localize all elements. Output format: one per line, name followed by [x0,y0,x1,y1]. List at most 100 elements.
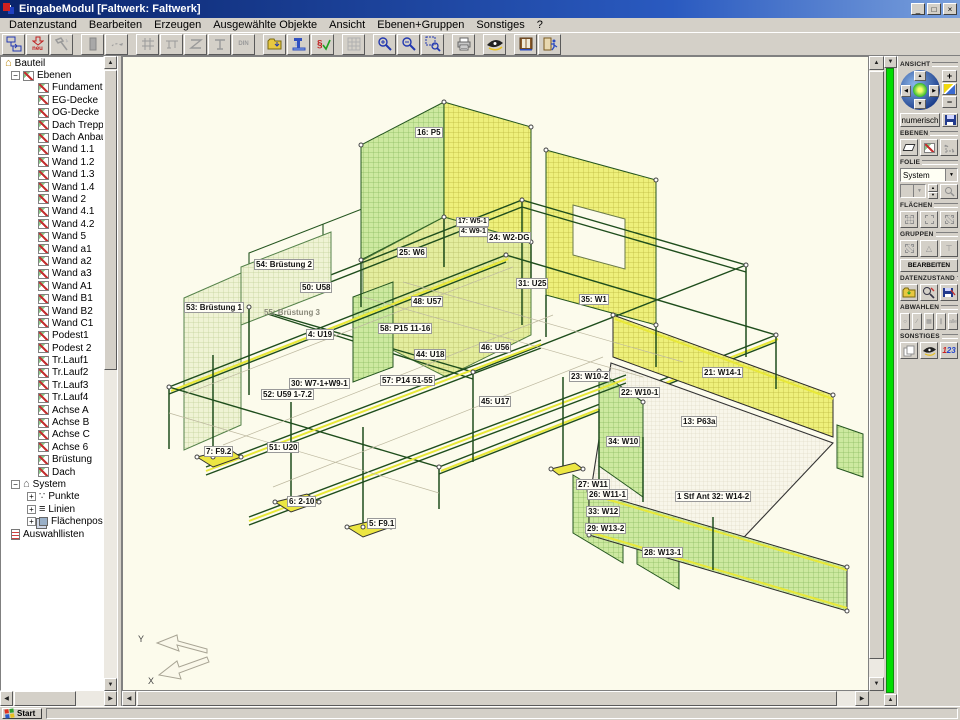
tools-button[interactable] [50,34,73,55]
raster-button[interactable] [136,34,159,55]
ebene-edit-button[interactable] [920,139,938,156]
zoom-window-button[interactable] [421,34,444,55]
tree-item-tr-lauf1[interactable]: Tr.Lauf1 [1,354,103,366]
tree-item-wand-a1[interactable]: Wand A1 [1,280,103,292]
scroll-up-icon[interactable]: ▲ [104,56,117,69]
canvas-vertical-scrollbar[interactable]: ▲ ▼ [869,56,884,691]
ebene-axes-button[interactable] [940,139,958,156]
maximize-button[interactable]: □ [927,3,941,15]
slab-profile-button[interactable] [160,34,183,55]
tree-item-bauteil[interactable]: Bauteil [1,57,103,69]
render-mode-button[interactable] [942,83,957,95]
menu-datenzustand[interactable]: Datenzustand [3,19,83,31]
tree-item-punkte[interactable]: +Punkte [1,491,103,503]
rotate-right-button[interactable]: ▶ [929,85,939,97]
tree-item-tr-lauf4[interactable]: Tr.Lauf4 [1,392,103,404]
rotate-down-button[interactable]: ▼ [914,99,926,109]
menu-ausgewaehlte-objekte[interactable]: Ausgewählte Objekte [207,19,323,31]
tree-item-wand-b1[interactable]: Wand B1 [1,292,103,304]
tree-item-podest1[interactable]: Podest1 [1,330,103,342]
tree-item-tr-lauf3[interactable]: Tr.Lauf3 [1,379,103,391]
scroll-right-icon[interactable]: ▶ [104,691,117,706]
scroll-thumb[interactable] [869,71,884,659]
scroll-down-icon[interactable]: ▼ [869,677,884,691]
grid-button[interactable] [342,34,365,55]
deselect-areas-button[interactable]: ▦ [924,313,934,330]
menu-sonstiges[interactable]: Sonstiges [470,19,530,31]
menu-erzeugen[interactable]: Erzeugen [148,19,207,31]
flaeche-hatch-button[interactable] [940,211,958,228]
chevron-down-icon[interactable]: ▼ [945,169,957,181]
selection-bar-top-button[interactable]: ▼ [884,56,897,68]
tree-item-wand-1-2[interactable]: Wand 1.2 [1,156,103,168]
scroll-thumb[interactable] [104,70,117,370]
tree-item-podest-2[interactable]: Podest 2 [1,342,103,354]
tree-item-achse-c[interactable]: Achse C [1,429,103,441]
rotate-left-button[interactable]: ◀ [901,85,911,97]
folie-spinner[interactable]: ▲ ▼ [928,184,938,199]
taskbar-tray[interactable] [46,708,958,719]
load-state-button[interactable] [900,284,918,301]
tree-item-system[interactable]: −System [1,478,103,490]
selection-bar-bottom-button[interactable]: ▲ [884,694,897,706]
column-button[interactable] [81,34,104,55]
tree-item-auswahllisten[interactable]: Auswahllisten [1,528,103,540]
view-rotate-pad[interactable]: ▲ ▼ ◀ ▶ [900,70,940,110]
tree-item-br-stung[interactable]: Brüstung [1,454,103,466]
tree-item-achse-a[interactable]: Achse A [1,404,103,416]
tree-item-fundamente[interactable]: Fundamente [1,82,103,94]
fly-view-button[interactable] [920,342,938,359]
folie-number-select[interactable]: ▼ [900,184,926,198]
menu-ebenen-gruppen[interactable]: Ebenen+Gruppen [371,19,470,31]
bearbeiten-button[interactable]: BEARBEITEN [900,259,958,272]
save-state-button[interactable] [940,284,958,301]
folie-select[interactable]: System ▼ [900,168,958,182]
help-book-button[interactable] [514,34,537,55]
norm-check-button[interactable]: § [311,34,334,55]
tree-item-wand-1-1[interactable]: Wand 1.1 [1,144,103,156]
gruppe-shape-button[interactable]: △ [920,240,938,257]
tree-item-tr-lauf2[interactable]: Tr.Lauf2 [1,367,103,379]
sidebar-vertical-scrollbar[interactable]: ▲ ▼ [104,56,117,691]
save-view-button[interactable] [942,113,958,127]
close-button[interactable]: × [943,3,957,15]
machine-button[interactable] [287,34,310,55]
deselect-points-button[interactable]: ○ [900,313,910,330]
zoom-minus-button[interactable]: − [942,96,957,108]
view-mode-button[interactable] [483,34,506,55]
tree-item-wand-a2[interactable]: Wand a2 [1,255,103,267]
spin-up-icon[interactable]: ▲ [928,184,938,192]
tree-item-ebenen[interactable]: −Ebenen [1,69,103,81]
numeric-view-button[interactable]: numerisch [900,113,940,127]
tree-item-wand-4-2[interactable]: Wand 4.2 [1,218,103,230]
tree-item-wand-c1[interactable]: Wand C1 [1,317,103,329]
model-canvas[interactable]: 16: P517: W5-14: W9-124: W2-DG25: W654: … [122,56,869,691]
z-profile-button[interactable] [184,34,207,55]
expand-icon[interactable]: + [27,492,36,501]
tree-item-fl-chenpositione[interactable]: +Flächenpositione [1,515,103,527]
expand-icon[interactable]: + [27,517,36,526]
start-button[interactable]: Start [2,708,42,719]
chevron-down-icon[interactable]: ▼ [913,185,925,197]
deselect-lines-button[interactable]: ∕ [912,313,922,330]
gruppe-mesh-button[interactable] [900,240,918,257]
open-project-button[interactable] [263,34,286,55]
tree-item-og-decke[interactable]: OG-Decke [1,107,103,119]
scroll-right-icon[interactable]: ▶ [855,691,869,706]
tree-item-dach[interactable]: Dach [1,466,103,478]
minimize-button[interactable]: _ [911,3,925,15]
tree-item-wand-2[interactable]: Wand 2 [1,193,103,205]
numbering-button[interactable]: 123 [940,342,958,359]
spin-down-icon[interactable]: ▼ [928,192,938,200]
t-profile-button[interactable] [208,34,231,55]
tree-item-wand-b2[interactable]: Wand B2 [1,305,103,317]
collapse-icon[interactable]: − [11,480,20,489]
data-flow-button[interactable] [2,34,25,55]
inspect-state-button[interactable] [920,284,938,301]
menu-bearbeiten[interactable]: Bearbeiten [83,19,148,31]
title-bar[interactable]: EingabeModul [Faltwerk: Faltwerk] _ □ × [0,0,960,18]
scroll-thumb[interactable] [14,691,76,706]
tree-item-wand-5[interactable]: Wand 5 [1,230,103,242]
folie-search-button[interactable] [940,184,958,199]
collapse-icon[interactable]: − [11,71,20,80]
